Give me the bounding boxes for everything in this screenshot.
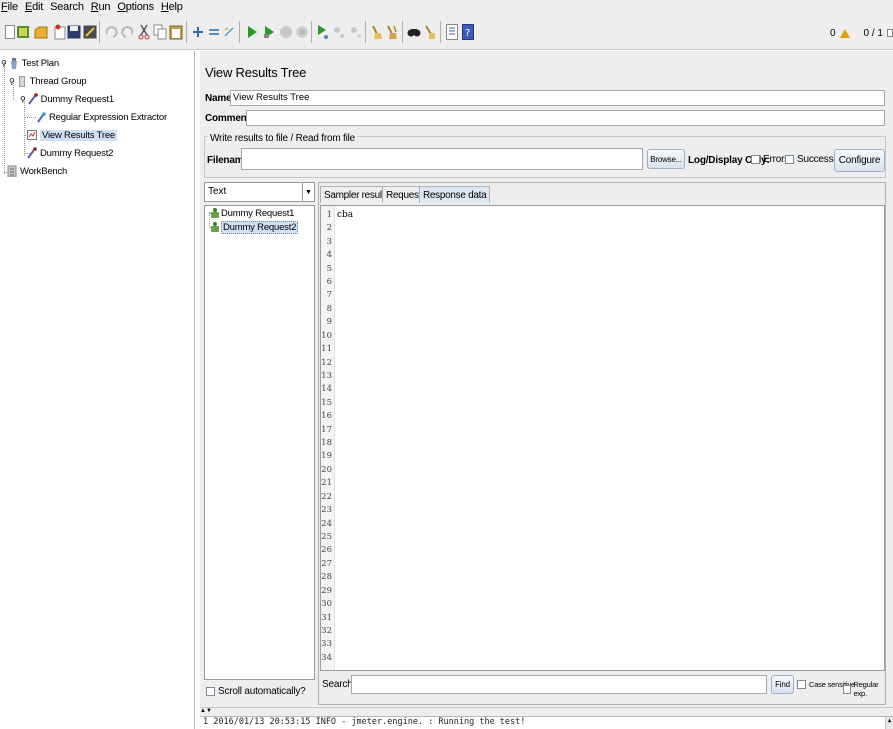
templates-icon[interactable] <box>14 22 32 42</box>
tree-node-thread-group[interactable]: ⚲ Thread Group <box>9 74 87 88</box>
toolbar: ? 0 0 / 1 <box>0 14 893 50</box>
results-tree-panel: Text ▼ Dummy Request1 Dummy Request2 Scr… <box>204 182 315 705</box>
thread-group-icon <box>18 76 25 87</box>
result-item-dummy-request-2[interactable]: Dummy Request2 <box>211 220 299 234</box>
success-sample-icon <box>211 208 219 218</box>
tab-sampler-result[interactable]: Sampler result <box>320 186 389 203</box>
response-line: cba <box>337 210 354 220</box>
line-number-gutter: 1 2 3 4 5 6 7 8 9 10 11 12 13 14 15 16 1… <box>321 206 335 670</box>
clear-all-icon[interactable] <box>383 22 401 42</box>
start-icon[interactable] <box>243 22 261 42</box>
tree-node-regex-extractor[interactable]: Regular Expression Extractor <box>36 110 167 124</box>
success-sample-icon <box>211 222 219 232</box>
menu-file[interactable]: File <box>1 1 18 13</box>
tree-node-dummy-request-2[interactable]: Dummy Request2 <box>27 146 113 160</box>
result-item-dummy-request-1[interactable]: Dummy Request1 <box>211 207 294 219</box>
listener-icon <box>27 130 37 140</box>
response-data-editor[interactable]: 1 2 3 4 5 6 7 8 9 10 11 12 13 14 15 16 1… <box>320 205 885 671</box>
open-icon[interactable] <box>32 22 50 42</box>
sample-results-list[interactable]: Dummy Request1 Dummy Request2 <box>204 205 315 680</box>
sampler-pipette-icon <box>27 93 38 105</box>
thread-indicator-icon <box>887 29 893 37</box>
extractor-icon <box>37 112 46 123</box>
menu-options[interactable]: Options <box>117 1 154 13</box>
menu-bar: File Edit Search Run Options Help <box>0 0 893 14</box>
comments-input[interactable] <box>246 110 885 126</box>
scroll-checkbox-box[interactable] <box>206 687 215 696</box>
save-screenshot-icon[interactable] <box>81 22 99 42</box>
remote-stop-icon[interactable] <box>330 22 348 42</box>
toggle-icon[interactable] <box>220 22 238 42</box>
tree-node-dummy-request-1[interactable]: ⚲ Dummy Request1 <box>20 92 114 106</box>
menu-help[interactable]: Help <box>161 1 183 13</box>
name-input[interactable]: View Results Tree <box>230 90 885 106</box>
thread-count: 0 / 1 <box>863 27 883 39</box>
search-input[interactable] <box>351 675 767 694</box>
view-results-tree-panel: View Results Tree Name: View Results Tre… <box>200 51 893 729</box>
errors-checkbox-box[interactable] <box>751 155 760 164</box>
test-plan-icon <box>10 58 17 69</box>
menu-search[interactable]: Search <box>50 1 84 13</box>
successes-checkbox-box[interactable] <box>785 155 794 164</box>
test-plan-tree[interactable]: ⚲ Test Plan ⚲ Thread Group ⚲ Dummy Reque… <box>0 51 195 729</box>
tree-node-workbench[interactable]: WorkBench <box>7 164 67 178</box>
status-area: 0 0 / 1 <box>830 26 893 40</box>
svg-text:?: ? <box>465 28 470 39</box>
warning-icon[interactable] <box>839 28 850 38</box>
page-title: View Results Tree <box>205 65 307 80</box>
undo-icon[interactable] <box>102 22 120 42</box>
filename-input[interactable] <box>241 148 643 170</box>
warning-count: 0 <box>829 27 836 39</box>
chevron-down-icon[interactable]: ▼ <box>302 183 314 201</box>
reset-search-icon[interactable] <box>421 22 439 42</box>
errors-checkbox[interactable]: Errors <box>751 154 789 165</box>
help-icon[interactable]: ? <box>459 22 477 42</box>
tree-node-test-plan[interactable]: ⚲ Test Plan <box>1 56 59 70</box>
log-splitter[interactable]: ▲▼ <box>200 707 893 715</box>
log-line: 1 2016/01/13 20:53:15 INFO - jmeter.engi… <box>203 717 526 727</box>
paste-icon[interactable] <box>167 22 185 42</box>
regular-exp-checkbox[interactable]: Regular exp. <box>843 680 885 698</box>
regular-exp-checkbox-box[interactable] <box>843 684 851 694</box>
menu-run[interactable]: Run <box>91 1 111 13</box>
configure-button[interactable]: Configure <box>834 149 885 172</box>
log-scrollbar[interactable]: ▲ <box>885 717 893 729</box>
browse-button[interactable]: Browse... <box>647 149 685 169</box>
scroll-automatically-checkbox[interactable]: Scroll automatically? <box>206 686 306 697</box>
log-viewer[interactable]: 1 2016/01/13 20:53:15 INFO - jmeter.engi… <box>200 716 893 729</box>
remote-shutdown-icon[interactable] <box>347 22 365 42</box>
file-group-title: Write results to file / Read from file <box>208 133 358 144</box>
start-no-pauses-icon[interactable] <box>260 22 278 42</box>
tree-node-view-results-tree[interactable]: View Results Tree <box>27 128 117 142</box>
sampler-pipette-icon <box>27 147 37 159</box>
find-button[interactable]: Find <box>771 675 794 694</box>
tab-response-data[interactable]: Response data <box>419 186 491 203</box>
renderer-select[interactable]: Text ▼ <box>204 182 315 202</box>
workbench-icon <box>7 165 17 177</box>
menu-edit[interactable]: Edit <box>25 1 43 13</box>
result-tabs-panel: Sampler result Request Response data 1 2… <box>318 182 886 705</box>
shutdown-icon[interactable] <box>293 22 311 42</box>
case-sensitive-checkbox-box[interactable] <box>797 680 806 689</box>
